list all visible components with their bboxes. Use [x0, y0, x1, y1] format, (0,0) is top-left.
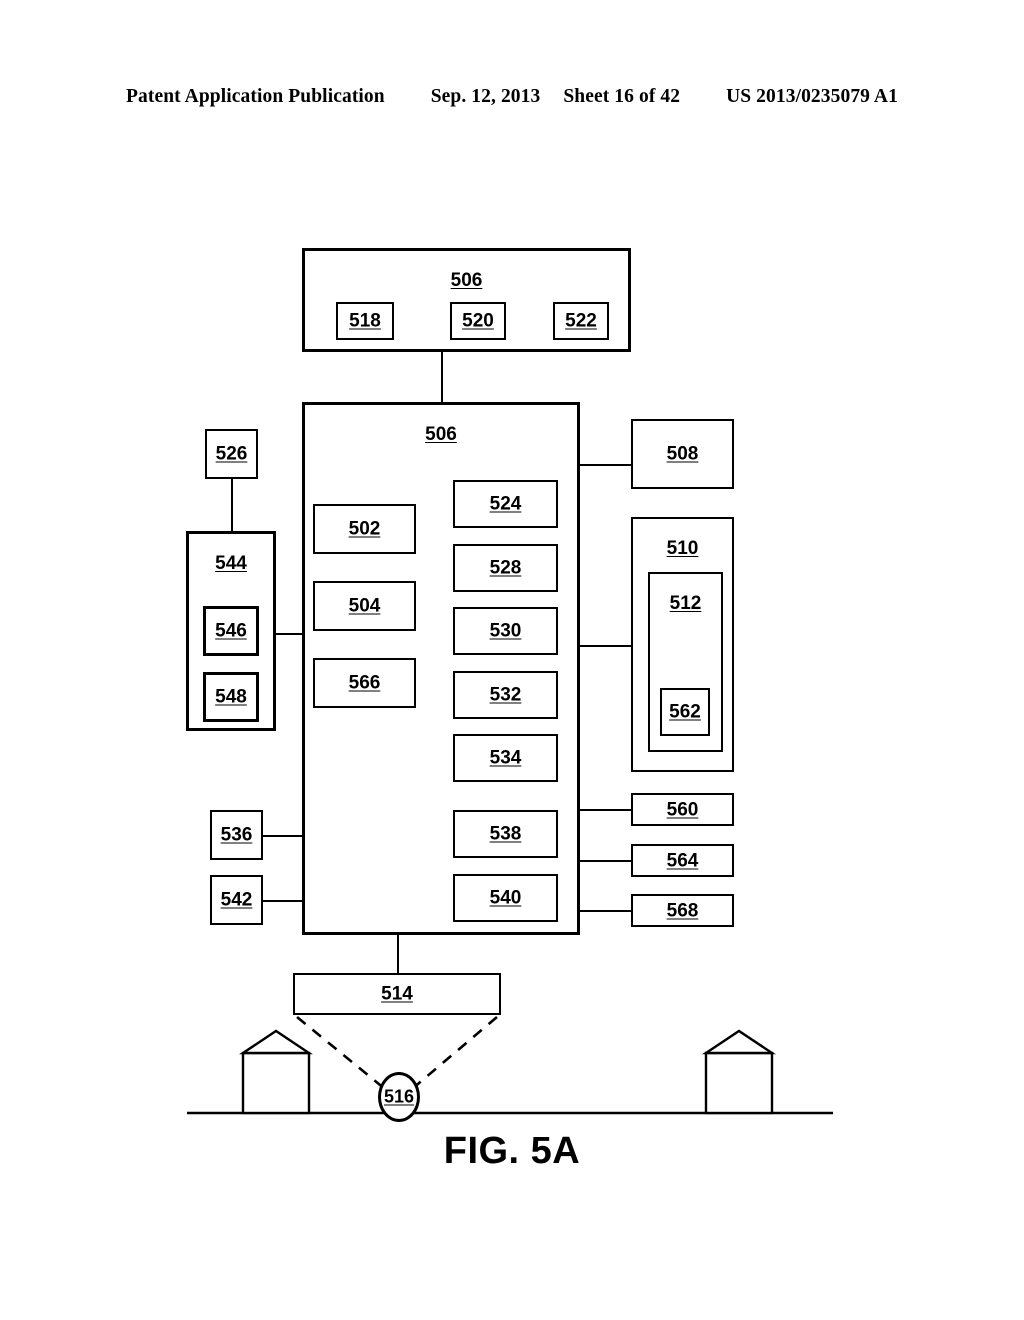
side-box-548-label: 548 [215, 686, 247, 708]
side-box-536: 536 [210, 810, 263, 860]
side-box-536-label: 536 [220, 824, 253, 846]
main-box-528: 528 [453, 544, 558, 592]
main-box-538-label: 538 [489, 823, 522, 845]
side-box-560: 560 [631, 793, 734, 826]
main-box-524-label: 524 [489, 493, 522, 515]
main-box-524: 524 [453, 480, 558, 528]
emitter-box-514: 514 [293, 973, 501, 1015]
side-box-568-label: 568 [666, 900, 699, 921]
module-box-520-label: 520 [462, 310, 494, 332]
connector-main-to-508 [578, 464, 633, 466]
side-box-526: 526 [205, 429, 258, 479]
main-box-534-label: 534 [489, 747, 522, 769]
main-box-540-label: 540 [489, 887, 522, 909]
main-box-566: 566 [313, 658, 416, 708]
side-box-548: 548 [203, 672, 259, 722]
house-right-roof [702, 1029, 776, 1055]
main-box-532-label: 532 [489, 684, 522, 706]
side-box-512-label: 512 [669, 593, 702, 614]
side-box-560-label: 560 [666, 799, 699, 820]
connector-526-to-544 [231, 479, 233, 531]
house-left-body [241, 1051, 311, 1115]
main-box-528-label: 528 [489, 557, 522, 579]
side-box-546: 546 [203, 606, 259, 656]
main-box-502-label: 502 [348, 518, 381, 540]
beam-line-right [411, 1016, 498, 1090]
side-box-508-label: 508 [666, 443, 699, 465]
connector-main-to-510 [578, 645, 633, 647]
main-box-540: 540 [453, 874, 558, 922]
house-left-roof [239, 1029, 313, 1055]
top-module-label: 506 [450, 270, 483, 291]
connector-top-to-main [441, 352, 443, 402]
figure-caption: FIG. 5A [443, 1130, 581, 1172]
connector-544-to-main [276, 633, 304, 635]
side-box-542-label: 542 [220, 889, 253, 911]
side-box-562: 562 [660, 688, 710, 736]
connector-main-to-514 [397, 935, 399, 973]
target-node-516-label: 516 [383, 1086, 415, 1107]
main-box-504-label: 504 [348, 595, 381, 617]
module-box-518-label: 518 [349, 310, 381, 332]
emitter-box-514-label: 514 [381, 983, 413, 1005]
beam-line-left [296, 1015, 386, 1091]
module-box-522: 522 [553, 302, 609, 340]
connector-main-to-564 [578, 860, 633, 862]
main-box-532: 532 [453, 671, 558, 719]
house-right-body [704, 1051, 774, 1115]
side-box-568: 568 [631, 894, 734, 927]
main-box-538: 538 [453, 810, 558, 858]
main-box-530-label: 530 [489, 620, 522, 642]
module-box-520: 520 [450, 302, 506, 340]
side-container-544-label: 544 [215, 553, 247, 574]
main-box-504: 504 [313, 581, 416, 631]
main-box-530: 530 [453, 607, 558, 655]
side-box-526-label: 526 [215, 443, 248, 465]
main-box-566-label: 566 [348, 672, 381, 694]
target-node-516: 516 [378, 1072, 420, 1122]
side-box-546-label: 546 [215, 620, 247, 642]
side-box-508: 508 [631, 419, 734, 489]
connector-536-to-main [263, 835, 304, 837]
side-box-562-label: 562 [669, 701, 701, 723]
main-module-label: 506 [425, 424, 457, 445]
side-box-564-label: 564 [666, 850, 699, 871]
main-box-502: 502 [313, 504, 416, 554]
module-box-518: 518 [336, 302, 394, 340]
connector-main-to-560 [578, 809, 633, 811]
figure-5a-diagram: 506 518 520 522 506 502 504 566 524 528 … [0, 0, 1024, 1320]
module-box-522-label: 522 [565, 310, 597, 332]
main-box-534: 534 [453, 734, 558, 782]
side-box-542: 542 [210, 875, 263, 925]
side-container-510-label: 510 [666, 538, 699, 559]
connector-main-to-568 [578, 910, 633, 912]
connector-542-to-main [263, 900, 304, 902]
side-box-564: 564 [631, 844, 734, 877]
